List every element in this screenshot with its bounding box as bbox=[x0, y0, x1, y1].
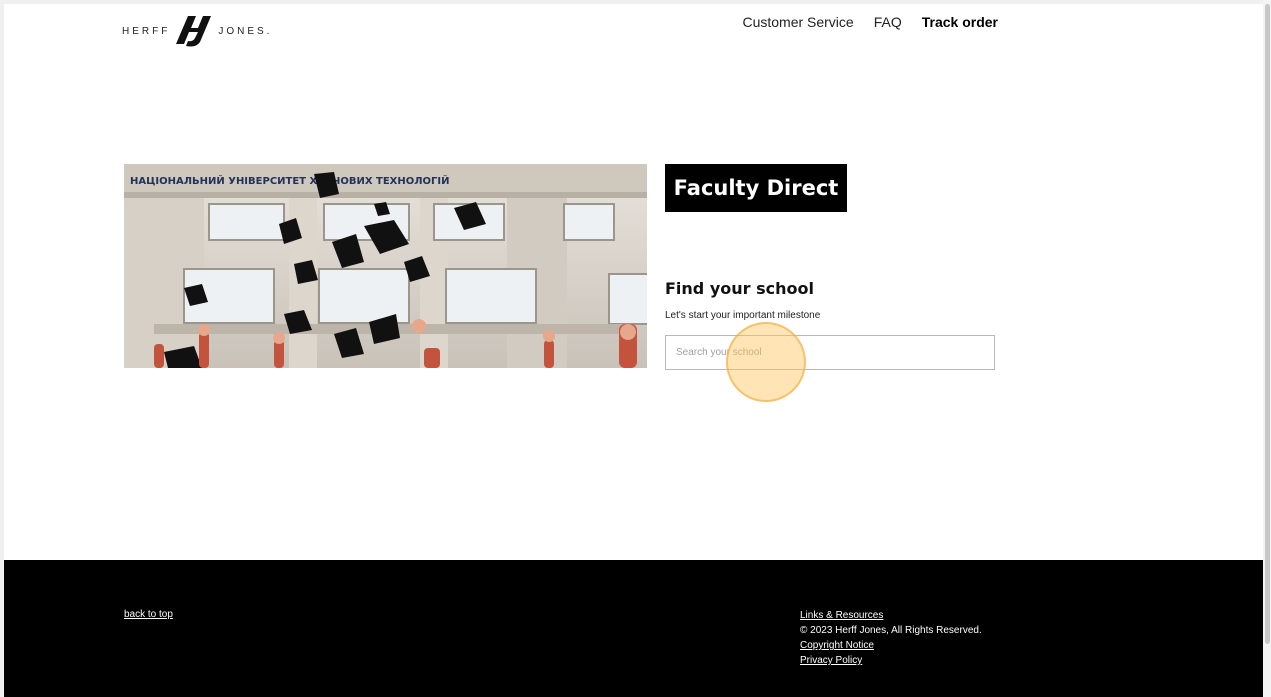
logo-word-left: HERFF bbox=[122, 25, 171, 37]
graduation-photo-icon: НАЦІОНАЛЬНИЙ УНІВЕРСИТЕТ ХАРЧОВИХ ТЕХНОЛ… bbox=[124, 164, 647, 368]
graduation-photo: НАЦІОНАЛЬНИЙ УНІВЕРСИТЕТ ХАРЧОВИХ ТЕХНОЛ… bbox=[124, 164, 647, 368]
site-footer: back to top Links & Resources © 2023 Her… bbox=[4, 560, 1263, 697]
nav-faq[interactable]: FAQ bbox=[874, 14, 902, 30]
nav-customer-service[interactable]: Customer Service bbox=[742, 14, 853, 30]
top-nav: Customer Service FAQ Track order bbox=[742, 14, 998, 30]
faculty-direct-badge: Faculty Direct bbox=[665, 164, 847, 212]
copyright-text: © 2023 Herff Jones, All Rights Reserved. bbox=[800, 625, 982, 636]
building-banner-text: НАЦІОНАЛЬНИЙ УНІВЕРСИТЕТ ХАРЧОВИХ ТЕХНОЛ… bbox=[130, 174, 450, 187]
logo-word-right: JONES. bbox=[218, 25, 273, 37]
links-resources-link[interactable]: Links & Resources bbox=[800, 609, 982, 622]
find-school-heading: Find your school bbox=[665, 279, 814, 298]
scrollbar[interactable] bbox=[1263, 0, 1271, 697]
nav-track-order[interactable]: Track order bbox=[922, 14, 998, 30]
hj-logo-icon bbox=[176, 16, 212, 47]
copyright-notice-link[interactable]: Copyright Notice bbox=[800, 639, 982, 652]
page: HERFF JONES. Customer Service FAQ Track … bbox=[4, 4, 1263, 697]
herff-jones-logo[interactable]: HERFF JONES. bbox=[122, 14, 272, 48]
school-search-input[interactable] bbox=[665, 335, 995, 370]
back-to-top-link[interactable]: back to top bbox=[124, 609, 173, 620]
privacy-policy-link[interactable]: Privacy Policy bbox=[800, 654, 982, 667]
scrollbar-thumb[interactable] bbox=[1265, 4, 1270, 644]
browser-frame: HERFF JONES. Customer Service FAQ Track … bbox=[0, 0, 1271, 697]
footer-links: Links & Resources © 2023 Herff Jones, Al… bbox=[800, 609, 982, 667]
find-school-subtitle: Let's start your important milestone bbox=[665, 310, 821, 321]
